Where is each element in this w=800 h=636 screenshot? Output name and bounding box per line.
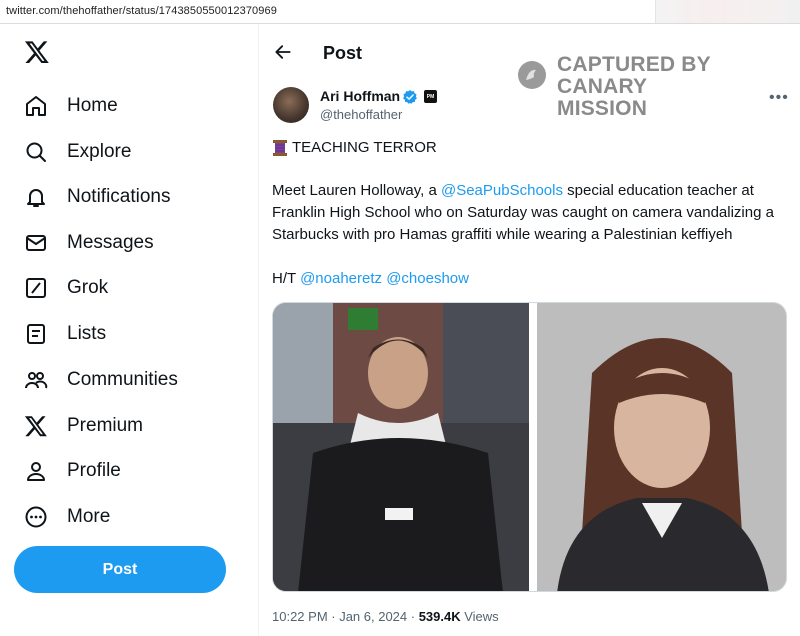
browser-url-bar[interactable]: twitter.com/thehoffather/status/17438505… xyxy=(0,0,800,24)
thread-spool-icon xyxy=(273,140,287,156)
media-gap xyxy=(529,303,537,591)
tweet-body-pre: Meet Lauren Holloway, a xyxy=(272,182,441,199)
sidebar-item-label: Profile xyxy=(67,460,121,481)
home-icon xyxy=(26,96,46,116)
sidebar-item-label: Messages xyxy=(67,232,154,253)
sidebar-item-explore[interactable]: Explore xyxy=(24,136,131,168)
more-options-icon[interactable]: ••• xyxy=(769,89,789,107)
page-title: Post xyxy=(323,43,363,63)
sidebar-item-more[interactable]: More xyxy=(24,501,110,533)
more-circle-icon xyxy=(25,506,47,528)
tweet-heading: TEACHING TERROR xyxy=(272,137,437,159)
envelope-icon xyxy=(26,235,46,251)
tweet-meta: 10:22 PM · Jan 6, 2024 · 539.4K Views xyxy=(272,609,499,624)
url-text[interactable]: twitter.com/thehoffather/status/17438505… xyxy=(6,5,277,17)
sidebar-item-label: Lists xyxy=(67,323,107,344)
list-icon xyxy=(27,324,45,344)
sidebar: Home Explore Notifications Messages Grok… xyxy=(0,24,258,636)
mention-link[interactable]: @choeshow xyxy=(386,270,469,287)
watermark-text: CAPTURED BY CANARY MISSION xyxy=(557,54,737,120)
tweet-body: Meet Lauren Holloway, a @SeaPubSchools s… xyxy=(272,180,792,246)
sidebar-item-label: More xyxy=(67,506,111,527)
hat-tip-prefix: H/T xyxy=(272,270,301,287)
bell-icon xyxy=(27,189,45,207)
sidebar-item-grok[interactable]: Grok xyxy=(24,272,108,304)
browser-toolbar-strip xyxy=(655,0,800,23)
mention-link[interactable]: @SeaPubSchools xyxy=(441,182,563,199)
media-photo-portrait[interactable] xyxy=(537,303,786,591)
street-scene-illustration xyxy=(273,303,529,591)
sidebar-item-notifications[interactable]: Notifications xyxy=(24,181,171,213)
x-logo-icon xyxy=(24,416,47,437)
author-handle[interactable]: @thehoffather xyxy=(320,107,402,122)
watermark: CAPTURED BY CANARY MISSION xyxy=(517,54,737,120)
sidebar-item-lists[interactable]: Lists xyxy=(24,318,106,350)
affiliate-badge[interactable]: PM xyxy=(424,90,437,103)
back-arrow-icon[interactable] xyxy=(273,42,293,62)
x-logo-icon[interactable] xyxy=(24,39,50,65)
watermark-line1: CAPTURED BY xyxy=(557,53,711,76)
main-column: Post CAPTURED BY CANARY MISSION Ari Hoff… xyxy=(259,24,800,636)
sidebar-item-profile[interactable]: Profile xyxy=(24,455,121,487)
grok-icon xyxy=(26,278,46,298)
author-name[interactable]: Ari Hoffman xyxy=(320,88,400,104)
verified-badge-icon xyxy=(403,90,417,104)
sidebar-item-label: Notifications xyxy=(67,186,171,207)
media-photo-street[interactable] xyxy=(273,303,529,591)
hat-tip-line: H/T @noaheretz @choeshow xyxy=(272,268,469,290)
person-icon xyxy=(27,462,45,481)
post-button[interactable]: Post xyxy=(14,546,226,593)
watermark-line2: CANARY MISSION xyxy=(557,75,648,120)
tweet-timestamp[interactable]: 10:22 PM · Jan 6, 2024 · xyxy=(272,609,419,624)
sidebar-item-premium[interactable]: Premium xyxy=(24,410,143,442)
canary-logo-icon xyxy=(518,61,546,89)
portrait-illustration xyxy=(537,303,786,591)
people-icon xyxy=(25,372,48,389)
avatar[interactable] xyxy=(273,87,309,123)
sidebar-item-label: Premium xyxy=(67,415,144,436)
views-count: 539.4K xyxy=(418,609,461,624)
sidebar-item-label: Grok xyxy=(67,277,109,298)
views-label: Views xyxy=(460,609,499,624)
sidebar-item-label: Communities xyxy=(67,369,178,390)
search-icon xyxy=(26,142,46,162)
sidebar-item-label: Explore xyxy=(67,141,132,162)
sidebar-item-communities[interactable]: Communities xyxy=(24,364,178,396)
sidebar-item-messages[interactable]: Messages xyxy=(24,227,154,259)
sidebar-item-home[interactable]: Home xyxy=(24,90,118,122)
tweet-media[interactable] xyxy=(272,302,787,592)
mention-link[interactable]: @noaheretz xyxy=(300,270,382,287)
tweet-heading-text: TEACHING TERROR xyxy=(292,139,437,156)
sidebar-item-label: Home xyxy=(67,95,118,116)
